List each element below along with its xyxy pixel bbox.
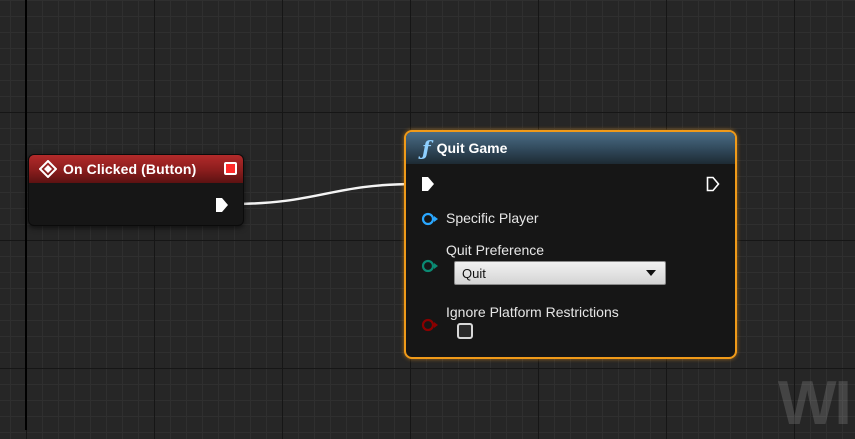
- quit-preference-pin[interactable]: [421, 259, 439, 273]
- watermark-text: WI: [778, 369, 852, 438]
- function-f-icon: ƒ: [422, 136, 431, 160]
- quit-preference-dropdown[interactable]: Quit: [454, 261, 666, 285]
- ignore-platform-restrictions-label: Ignore Platform Restrictions: [446, 304, 619, 320]
- ignore-platform-restrictions-pin[interactable]: [421, 318, 439, 332]
- exec-output-pin[interactable]: [215, 197, 229, 213]
- quit-preference-value: Quit: [462, 265, 486, 281]
- exec-output-pin-hollow[interactable]: [706, 176, 720, 192]
- specific-player-pin[interactable]: [421, 212, 439, 226]
- event-node-title: On Clicked (Button): [63, 161, 197, 177]
- event-diamond-icon: [39, 160, 57, 178]
- function-node-header[interactable]: ƒ Quit Game: [406, 132, 735, 164]
- quit-preference-label: Quit Preference: [446, 242, 545, 258]
- function-node-title: Quit Game: [436, 140, 508, 156]
- exec-input-pin[interactable]: [421, 176, 435, 192]
- dropdown-arrow-icon: [646, 270, 656, 276]
- event-node-on-clicked[interactable]: On Clicked (Button): [28, 154, 244, 226]
- graph-origin-line: [25, 0, 27, 430]
- specific-player-label: Specific Player: [446, 210, 539, 226]
- exec-wire: [229, 182, 417, 206]
- ignore-platform-restrictions-checkbox[interactable]: [457, 323, 473, 339]
- function-node-quit-game[interactable]: ƒ Quit Game Specific Player Quit Prefere…: [404, 130, 737, 359]
- delegate-pin[interactable]: [224, 162, 237, 175]
- event-node-header[interactable]: On Clicked (Button): [29, 155, 243, 183]
